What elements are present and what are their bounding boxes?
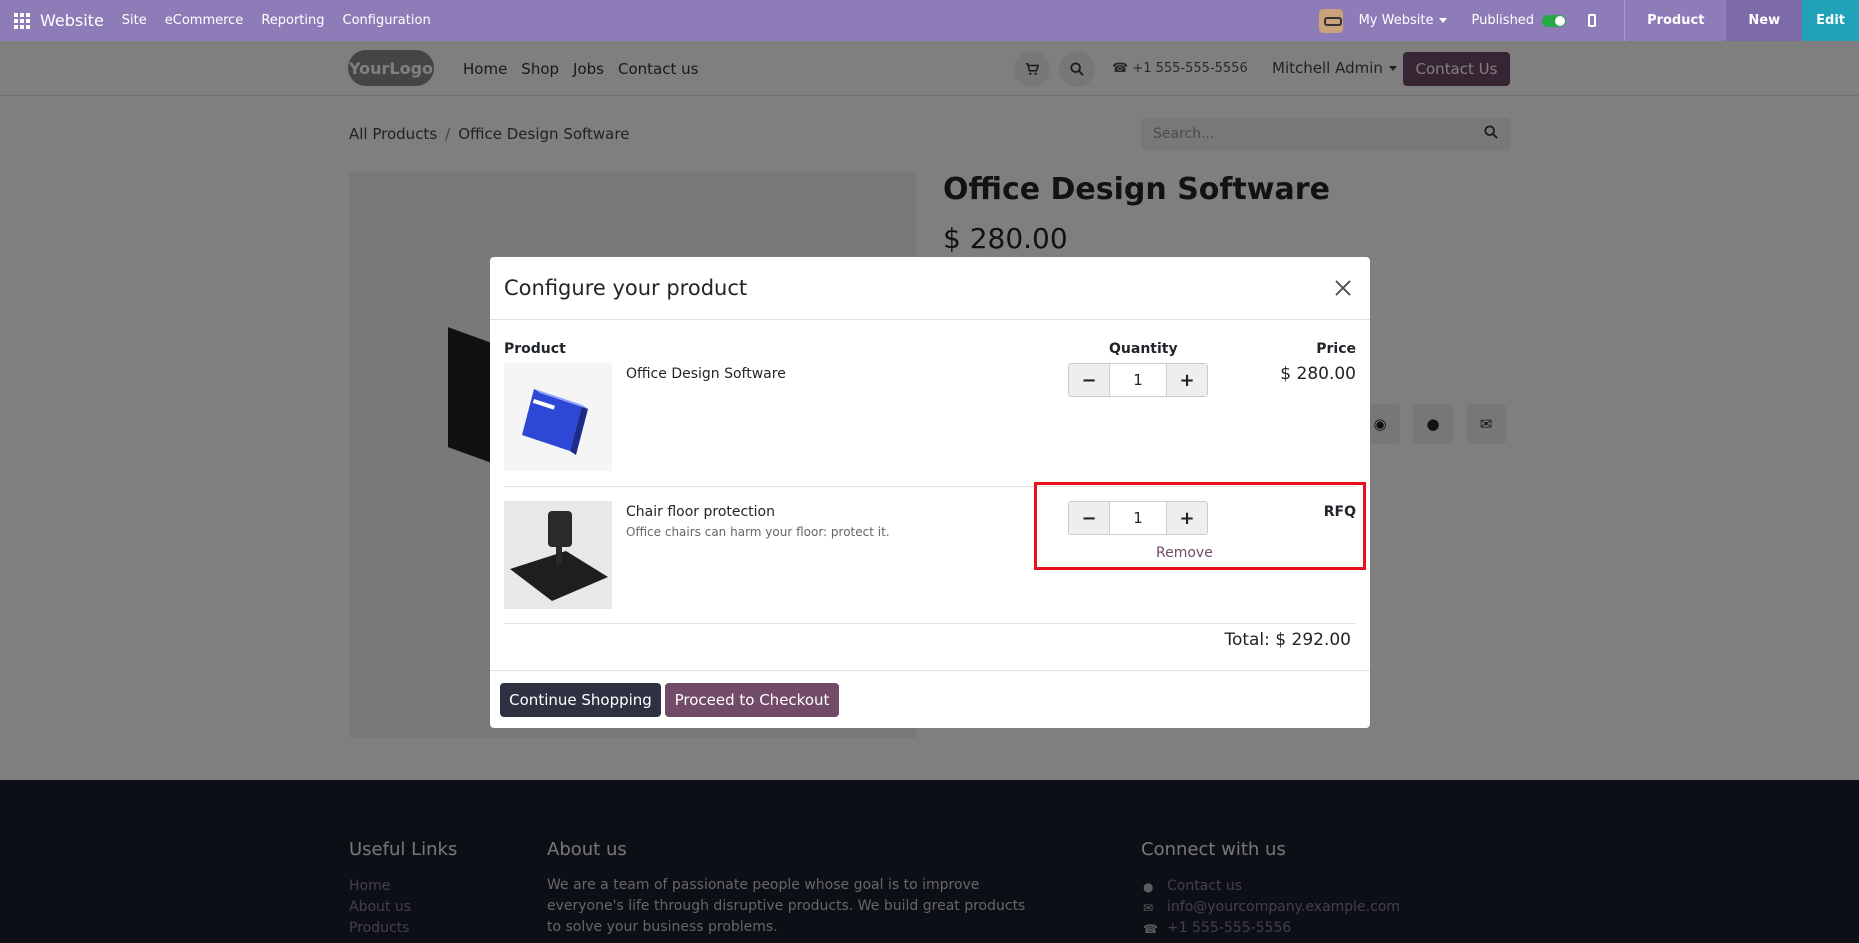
product-button[interactable]: Product (1625, 0, 1726, 41)
mobile-preview-icon[interactable] (1588, 14, 1597, 27)
row-price: $ 280.00 (1280, 364, 1356, 384)
row-product-name: Office Design Software (626, 366, 786, 382)
edit-button[interactable]: Edit (1802, 0, 1859, 41)
col-header-price: Price (1316, 341, 1356, 357)
admin-bar: Website Site eCommerce Reporting Configu… (0, 0, 1859, 41)
quantity-stepper: − 1 + (1068, 363, 1208, 397)
divider (490, 670, 1370, 671)
my-website-label: My Website (1358, 13, 1434, 28)
divider (490, 319, 1370, 320)
product-thumbnail (504, 363, 612, 471)
menu-site[interactable]: Site (122, 13, 147, 28)
app-brand[interactable]: Website (40, 11, 104, 30)
row-product-description: Office chairs can harm your floor: prote… (626, 525, 890, 539)
apps-menu-icon[interactable] (14, 12, 30, 29)
total-amount: Total: $ 292.00 (1224, 630, 1351, 650)
configure-product-modal: Configure your product Product Quantity … (490, 257, 1370, 728)
highlight-box (1034, 482, 1366, 570)
caret-down-icon (1439, 18, 1448, 23)
proceed-to-checkout-button[interactable]: Proceed to Checkout (665, 683, 839, 717)
close-icon[interactable] (1334, 279, 1352, 297)
plus-button[interactable]: + (1167, 364, 1207, 396)
published-label: Published (1471, 13, 1535, 28)
quantity-input[interactable]: 1 (1109, 364, 1167, 396)
menu-ecommerce[interactable]: eCommerce (165, 13, 244, 28)
continue-shopping-button[interactable]: Continue Shopping (500, 683, 661, 717)
new-button[interactable]: New (1726, 0, 1803, 41)
my-website-dropdown[interactable]: My Website (1359, 13, 1448, 28)
published-toggle[interactable]: Published (1471, 13, 1567, 28)
row-product-name: Chair floor protection (626, 504, 775, 520)
modal-title: Configure your product (504, 276, 748, 300)
minus-button[interactable]: − (1069, 364, 1109, 396)
col-header-product: Product (504, 341, 566, 357)
optional-product-thumbnail (504, 501, 612, 609)
col-header-quantity: Quantity (1109, 341, 1178, 357)
divider (504, 623, 1356, 624)
user-avatar[interactable] (1318, 8, 1343, 33)
menu-configuration[interactable]: Configuration (343, 13, 431, 28)
toggle-switch-icon (1542, 14, 1567, 27)
menu-reporting[interactable]: Reporting (261, 13, 324, 28)
